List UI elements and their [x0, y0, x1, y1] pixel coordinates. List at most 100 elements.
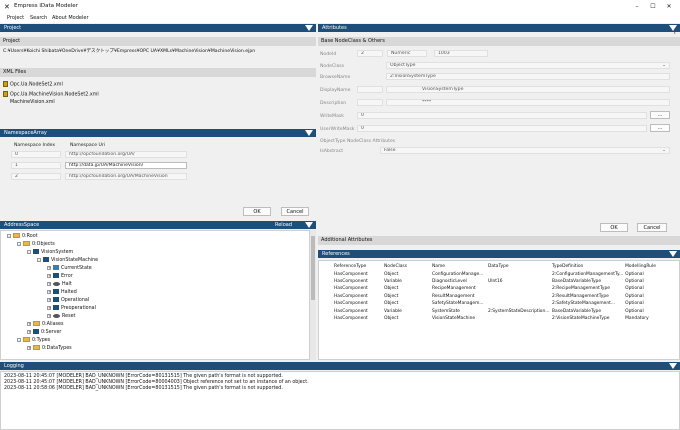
- menu-search[interactable]: Search: [30, 15, 47, 21]
- menu-project[interactable]: Project: [7, 15, 24, 21]
- tree-scrollbar-thumb[interactable]: [311, 236, 315, 300]
- minimize-icon[interactable]: –: [630, 2, 644, 12]
- expand-node-icon[interactable]: +: [27, 345, 31, 350]
- namespace-uri-input[interactable]: http://data.jp/UA/MachineVision/: [65, 162, 187, 169]
- collapse-node-icon[interactable]: -: [37, 257, 41, 262]
- nodeid-namespace-field[interactable]: 2: [357, 50, 383, 57]
- namespace-uri-field: http://opcfoundation.org/UA/MachineVisio…: [65, 173, 187, 180]
- col-typedefinition[interactable]: TypeDefinition: [551, 263, 624, 270]
- tree-node[interactable]: + Preoperational: [47, 305, 96, 313]
- namespace-cancel-button[interactable]: Cancel: [281, 207, 309, 216]
- row-expand-icon[interactable]: [321, 300, 333, 307]
- tree-node[interactable]: + Halted: [47, 289, 77, 297]
- collapse-icon[interactable]: [669, 363, 677, 369]
- collapse-node-icon[interactable]: -: [7, 233, 11, 238]
- app-logo-icon: ✕: [4, 3, 10, 11]
- displayname-label: DisplayName: [320, 88, 351, 93]
- userwritemask-edit-button[interactable]: ...: [650, 124, 670, 132]
- namespace-ok-button[interactable]: OK: [243, 207, 271, 216]
- collapse-icon[interactable]: [305, 130, 313, 136]
- expand-node-icon[interactable]: +: [47, 289, 51, 294]
- xml-file-icon: [3, 81, 8, 87]
- displayname-locale-field[interactable]: [357, 86, 383, 93]
- col-modellingrule[interactable]: ModellingRule: [624, 263, 672, 270]
- tree-node[interactable]: - 0:Types: [17, 337, 50, 345]
- collapse-icon[interactable]: [305, 222, 313, 228]
- description-field[interactable]: ****: [386, 99, 670, 106]
- tree-node-label: 0:Objects: [32, 242, 55, 247]
- tree-node[interactable]: + CurrentState: [47, 265, 92, 273]
- expand-node-icon[interactable]: +: [27, 329, 31, 334]
- row-expand-icon[interactable]: [321, 270, 333, 277]
- collapse-icon[interactable]: [669, 25, 677, 31]
- displayname-field[interactable]: VisionSystemType: [386, 86, 670, 93]
- menu-about[interactable]: About Modeler: [52, 15, 89, 21]
- attributes-ok-button[interactable]: OK: [600, 223, 628, 232]
- maximize-icon[interactable]: ☐: [646, 2, 660, 12]
- tree-node[interactable]: + Operational: [47, 297, 89, 305]
- userwritemask-field[interactable]: 0: [357, 125, 647, 132]
- tree-node[interactable]: + Reset: [47, 313, 75, 321]
- xml-file-item[interactable]: Opc.Ua.MachineVision.NodeSet2.xml: [3, 91, 99, 98]
- collapse-node-icon[interactable]: -: [17, 241, 21, 246]
- writemask-field[interactable]: 0: [357, 112, 647, 119]
- reference-cell: HasComponent: [334, 278, 368, 284]
- col-name[interactable]: Name: [431, 263, 487, 270]
- reload-button[interactable]: Reload: [275, 221, 292, 229]
- reference-row[interactable]: HasComponent Object ResultManagement 2:Resu…: [321, 293, 672, 300]
- attributes-panel-header: Attributes: [318, 24, 680, 32]
- col-datatype[interactable]: DataType: [487, 263, 551, 270]
- nodeid-type-field[interactable]: Numeric: [387, 50, 427, 57]
- tree-scrollbar[interactable]: [310, 230, 316, 360]
- expand-node-icon[interactable]: +: [27, 321, 31, 326]
- tree-node[interactable]: - VisionSystem: [27, 249, 73, 257]
- reference-row[interactable]: HasComponent Object SafetyStateManagem... 2…: [321, 300, 672, 307]
- collapse-icon[interactable]: [305, 25, 313, 31]
- tree-node[interactable]: + Error: [47, 273, 73, 281]
- xml-file-item[interactable]: MachineVision.xml: [10, 100, 55, 105]
- row-expand-icon[interactable]: [321, 278, 333, 285]
- method-icon: [53, 313, 60, 318]
- tree-node[interactable]: - 0:Root: [7, 233, 38, 241]
- close-icon[interactable]: ✕: [662, 2, 676, 12]
- reference-row[interactable]: HasComponent Object ConfigurationManage...…: [321, 270, 672, 277]
- tree-node[interactable]: - 0:Objects: [17, 241, 55, 249]
- tree-node[interactable]: +0:Aliases: [27, 321, 64, 329]
- browsename-field[interactable]: 2:VisionSystemType: [386, 73, 670, 80]
- expand-node-icon[interactable]: +: [47, 297, 51, 302]
- tree-node[interactable]: + Halt: [47, 281, 72, 289]
- tree-node[interactable]: +0:Server: [27, 329, 61, 337]
- xml-file-item[interactable]: Opc.Ua.NodeSet2.xml: [3, 81, 63, 88]
- row-expand-icon[interactable]: [321, 315, 333, 322]
- reference-row[interactable]: HasComponent Object RecipeManagement 2:Reci…: [321, 285, 672, 292]
- expand-node-icon[interactable]: +: [47, 273, 51, 278]
- nodeclass-select[interactable]: ObjectType ⌄: [386, 62, 670, 69]
- row-expand-icon[interactable]: [321, 293, 333, 300]
- namespace-index-header: Namespace Index: [14, 143, 56, 148]
- reference-row[interactable]: HasComponent Object VisionStateMachine 2:Vi…: [321, 315, 672, 322]
- row-expand-icon[interactable]: [321, 307, 333, 314]
- description-locale-field[interactable]: [357, 99, 383, 106]
- reference-row[interactable]: HasComponent Variable SystemState 2:SystemS…: [321, 307, 672, 314]
- references-table-container: ReferenceType NodeClass Name DataType Ty…: [318, 260, 680, 360]
- logging-panel: Logging 2023-08-11 20:45:07 [MODELER] BA…: [0, 362, 680, 430]
- row-expand-icon[interactable]: [321, 285, 333, 292]
- col-referencetype[interactable]: ReferenceType: [333, 263, 383, 270]
- writemask-edit-button[interactable]: ...: [650, 111, 670, 119]
- reference-cell: HasComponent: [334, 301, 368, 307]
- log-area[interactable]: 2023-08-11 20:45:07 [MODELER] BAD_UNKNOW…: [0, 371, 680, 430]
- expand-node-icon[interactable]: +: [47, 313, 51, 318]
- tree-node[interactable]: +0:DataTypes: [27, 345, 72, 353]
- tree-node[interactable]: - VisionStateMachine: [37, 257, 98, 265]
- isabstract-select[interactable]: False ⌄: [380, 147, 670, 154]
- collapse-icon[interactable]: [669, 251, 677, 257]
- col-nodeclass[interactable]: NodeClass: [383, 263, 431, 270]
- attributes-cancel-button[interactable]: Cancel: [637, 223, 667, 232]
- nodeid-value-field[interactable]: 1003: [434, 50, 488, 57]
- expand-node-icon[interactable]: +: [47, 265, 51, 270]
- collapse-node-icon[interactable]: -: [27, 249, 31, 254]
- collapse-node-icon[interactable]: -: [17, 337, 21, 342]
- expand-node-icon[interactable]: +: [47, 305, 51, 310]
- expand-node-icon[interactable]: +: [47, 281, 51, 286]
- reference-row[interactable]: HasComponent Variable DiagnosticLevel UInt1…: [321, 278, 672, 285]
